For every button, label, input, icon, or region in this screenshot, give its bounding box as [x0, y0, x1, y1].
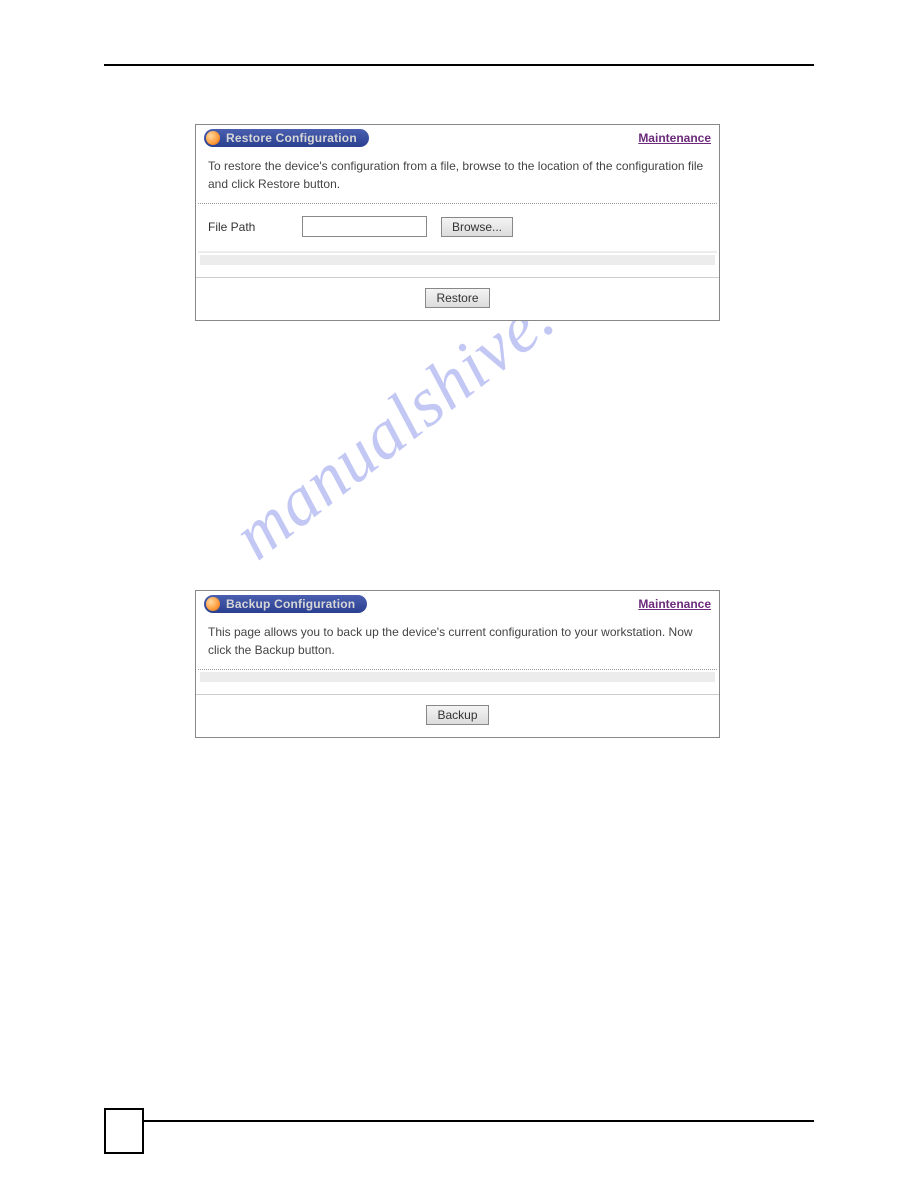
page-number-box	[104, 1108, 144, 1154]
restore-form-row: File Path Browse...	[198, 204, 717, 253]
restore-button[interactable]: Restore	[425, 288, 489, 308]
file-path-label: File Path	[208, 220, 288, 234]
maintenance-link[interactable]: Maintenance	[638, 131, 711, 145]
restore-description: To restore the device's configuration fr…	[198, 151, 717, 204]
restore-title: Restore Configuration	[226, 131, 357, 145]
restore-panel-header: Restore Configuration Maintenance	[196, 125, 719, 151]
browse-button[interactable]: Browse...	[441, 217, 513, 237]
backup-title: Backup Configuration	[226, 597, 355, 611]
file-path-input[interactable]	[302, 216, 427, 237]
orb-icon	[206, 597, 220, 611]
restore-configuration-panel: Restore Configuration Maintenance To res…	[195, 124, 720, 321]
backup-title-pill: Backup Configuration	[204, 595, 367, 613]
bottom-horizontal-rule	[142, 1120, 814, 1122]
backup-footer: Backup	[196, 694, 719, 737]
orb-icon	[206, 131, 220, 145]
restore-title-pill: Restore Configuration	[204, 129, 369, 147]
top-horizontal-rule	[104, 64, 814, 66]
grey-bar	[200, 255, 715, 265]
backup-configuration-panel: Backup Configuration Maintenance This pa…	[195, 590, 720, 738]
grey-bar	[200, 672, 715, 682]
restore-footer: Restore	[196, 277, 719, 320]
backup-button[interactable]: Backup	[426, 705, 488, 725]
backup-panel-header: Backup Configuration Maintenance	[196, 591, 719, 617]
backup-description: This page allows you to back up the devi…	[198, 617, 717, 670]
maintenance-link[interactable]: Maintenance	[638, 597, 711, 611]
